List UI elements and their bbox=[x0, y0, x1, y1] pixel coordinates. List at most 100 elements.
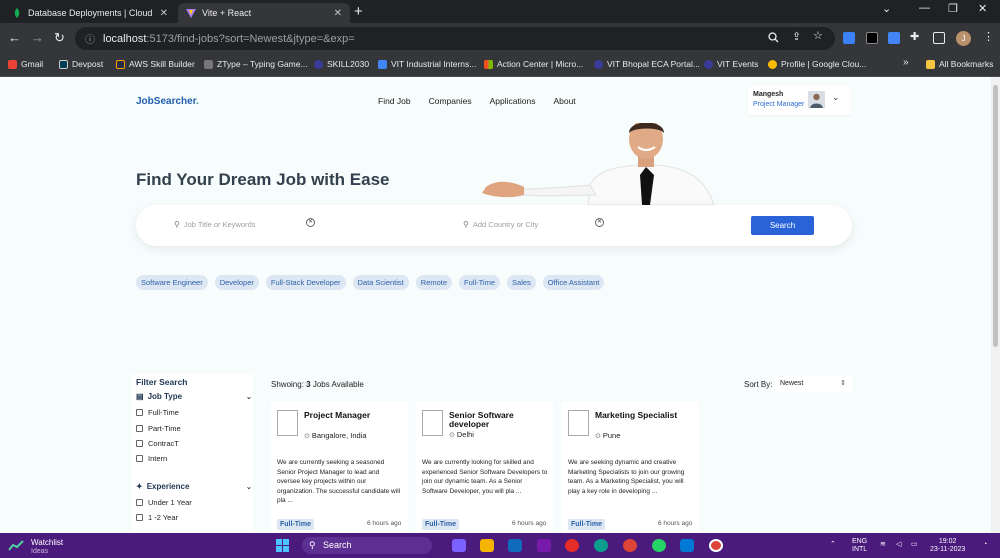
checkbox-part-time[interactable]: Part-Time bbox=[136, 424, 181, 433]
checkbox-1-2-year[interactable]: 1 -2 Year bbox=[136, 513, 178, 522]
minimize-window-icon[interactable]: — bbox=[919, 2, 930, 14]
job-type-section-toggle[interactable]: ▤ Job Type ⌄ bbox=[136, 392, 252, 401]
bookmark-vit-internship[interactable]: VIT Industrial Interns... bbox=[378, 59, 476, 69]
windows-start-icon[interactable] bbox=[276, 539, 289, 552]
stock-chart-icon[interactable] bbox=[8, 539, 24, 552]
tag-full-time[interactable]: Full-Time bbox=[459, 275, 501, 290]
volume-icon[interactable]: ◁ bbox=[896, 541, 901, 549]
site-info-icon[interactable]: ⓘ bbox=[85, 31, 95, 46]
bookmark-google-cloud[interactable]: Profile | Google Clou... bbox=[768, 59, 866, 69]
restore-window-icon[interactable]: ❐ bbox=[948, 2, 958, 15]
checkbox-intern[interactable]: Intern bbox=[136, 454, 167, 463]
tag-data-scientist[interactable]: Data Scientist bbox=[352, 275, 409, 290]
checkbox-box[interactable] bbox=[136, 455, 143, 462]
tag-office-assistant[interactable]: Office Assistant bbox=[542, 275, 605, 290]
battery-icon[interactable]: ▭ bbox=[911, 541, 918, 549]
job-card[interactable]: Project Manager ⊙ Bangalore, India We are… bbox=[271, 402, 408, 533]
language-indicator[interactable]: ENG INTL bbox=[852, 538, 867, 554]
extension-notion-icon[interactable] bbox=[866, 32, 878, 44]
watchlist-widget[interactable]: Watchlist Ideas bbox=[31, 538, 63, 556]
url-host: localhost bbox=[103, 32, 147, 45]
job-location: ⊙ Delhi bbox=[449, 430, 474, 439]
share-icon[interactable]: ⇪ bbox=[792, 30, 801, 43]
clock-date: 23-11-2023 bbox=[930, 546, 966, 553]
bookmark-vit-events[interactable]: VIT Events bbox=[704, 59, 758, 69]
keyword-search-input[interactable]: ⚲ Job Title or Keywords bbox=[174, 220, 256, 229]
bookmark-devpost[interactable]: Devpost bbox=[59, 59, 103, 69]
bookmark-star-icon[interactable]: ☆ bbox=[813, 29, 823, 42]
tag-software-engineer[interactable]: Software Engineer bbox=[136, 275, 208, 290]
tag-developer[interactable]: Developer bbox=[214, 275, 259, 290]
clear-location-icon[interactable]: ✕ bbox=[595, 218, 604, 227]
wifi-icon[interactable]: ≋ bbox=[880, 541, 886, 549]
extensions-puzzle-icon[interactable]: ✚ bbox=[910, 30, 919, 43]
search-button[interactable]: Search bbox=[751, 216, 814, 235]
close-tab-icon[interactable]: ✕ bbox=[334, 8, 342, 19]
checkbox-box[interactable] bbox=[136, 499, 143, 506]
bookmark-skill2030[interactable]: SKILL2030 bbox=[314, 59, 369, 69]
checkbox-under-1-year[interactable]: Under 1 Year bbox=[136, 498, 192, 507]
vscode-icon[interactable] bbox=[680, 539, 694, 552]
brand-logo[interactable]: JobSearcher. bbox=[136, 96, 199, 107]
checkbox-box[interactable] bbox=[136, 409, 143, 416]
checkbox-box[interactable] bbox=[136, 514, 143, 521]
profile-avatar[interactable]: J bbox=[956, 31, 971, 46]
tag-full-stack-developer[interactable]: Full-Stack Developer bbox=[265, 275, 346, 290]
nav-applications[interactable]: Applications bbox=[490, 96, 536, 106]
user-menu[interactable]: Mangesh Project Manager ⌄ bbox=[748, 86, 851, 115]
extension-blue-icon[interactable] bbox=[843, 32, 855, 44]
reload-icon[interactable]: ↻ bbox=[54, 30, 65, 46]
close-tab-icon[interactable]: ✕ bbox=[160, 8, 168, 19]
chrome-icon[interactable] bbox=[623, 539, 637, 552]
new-tab-button[interactable]: + bbox=[354, 3, 363, 21]
page-scrollbar[interactable] bbox=[991, 77, 1000, 533]
experience-section-toggle[interactable]: ✦ Experience ⌄ bbox=[136, 482, 252, 491]
clock[interactable]: 19:02 23-11-2023 bbox=[930, 538, 965, 554]
side-panel-icon[interactable] bbox=[933, 32, 945, 44]
youtube-music-icon[interactable] bbox=[565, 539, 579, 552]
back-arrow-icon[interactable]: ← bbox=[8, 30, 21, 46]
tab-search-chevron-icon[interactable]: ⌄ bbox=[882, 2, 891, 15]
bookmarks-overflow-button[interactable]: » bbox=[903, 57, 909, 68]
whatsapp-icon[interactable] bbox=[652, 539, 666, 552]
bookmark-action-center[interactable]: Action Center | Micro... bbox=[484, 59, 583, 69]
bookmark-gmail[interactable]: Gmail bbox=[8, 59, 43, 69]
tab-database-deployments[interactable]: Database Deployments | Cloud: Mc ✕ bbox=[4, 3, 176, 23]
checkbox-contract[interactable]: ContracT bbox=[136, 439, 179, 448]
sort-select[interactable]: Newest ⇕ bbox=[775, 376, 852, 392]
google-translate-icon[interactable] bbox=[888, 32, 900, 44]
clear-keyword-icon[interactable]: ✕ bbox=[306, 218, 315, 227]
all-bookmarks-button[interactable]: All Bookmarks bbox=[926, 59, 993, 69]
tab-vite-react[interactable]: Vite + React ✕ bbox=[178, 3, 350, 23]
tag-remote[interactable]: Remote bbox=[415, 275, 453, 290]
nav-about[interactable]: About bbox=[553, 96, 575, 106]
nav-find-job[interactable]: Find Job bbox=[378, 96, 411, 106]
location-search-input[interactable]: ⚲ Add Country or City bbox=[463, 220, 538, 229]
checkbox-box[interactable] bbox=[136, 440, 143, 447]
onenote-icon[interactable] bbox=[537, 539, 551, 552]
checkbox-full-time[interactable]: Full-Time bbox=[136, 408, 179, 417]
scrollbar-thumb[interactable] bbox=[993, 85, 998, 347]
checkbox-label: 1 -2 Year bbox=[148, 513, 179, 522]
taskbar-search[interactable]: ⚲ Search bbox=[302, 537, 432, 554]
mail-icon[interactable] bbox=[508, 539, 522, 552]
chrome-menu-icon[interactable]: ⋮ bbox=[983, 30, 994, 43]
address-bar[interactable]: ⓘ localhost:5173/find-jobs?sort=Newest&j… bbox=[75, 27, 835, 50]
tray-overflow-icon[interactable]: ⌃ bbox=[830, 541, 836, 549]
teams-chat-icon[interactable] bbox=[452, 539, 466, 552]
bookmark-aws[interactable]: AWS Skill Builder bbox=[116, 59, 195, 69]
checkbox-box[interactable] bbox=[136, 425, 143, 432]
file-explorer-icon[interactable] bbox=[480, 539, 494, 552]
tag-sales[interactable]: Sales bbox=[507, 275, 536, 290]
chrome-active-icon[interactable] bbox=[709, 539, 723, 552]
edge-icon[interactable] bbox=[594, 539, 608, 552]
bookmark-vit-eca[interactable]: VIT Bhopal ECA Portal... bbox=[594, 59, 700, 69]
close-window-icon[interactable]: ✕ bbox=[978, 2, 987, 15]
job-card[interactable]: Marketing Specialist ⊙ Pune We are seekin… bbox=[562, 402, 699, 533]
notification-icon[interactable]: ◔ bbox=[983, 541, 987, 549]
zoom-search-icon[interactable] bbox=[768, 32, 779, 43]
job-card[interactable]: Senior Software developer ⊙ Delhi We are … bbox=[416, 402, 553, 533]
nav-companies[interactable]: Companies bbox=[429, 96, 472, 106]
forward-arrow-icon[interactable]: → bbox=[31, 30, 44, 46]
bookmark-ztype[interactable]: ZType – Typing Game... bbox=[204, 59, 308, 69]
